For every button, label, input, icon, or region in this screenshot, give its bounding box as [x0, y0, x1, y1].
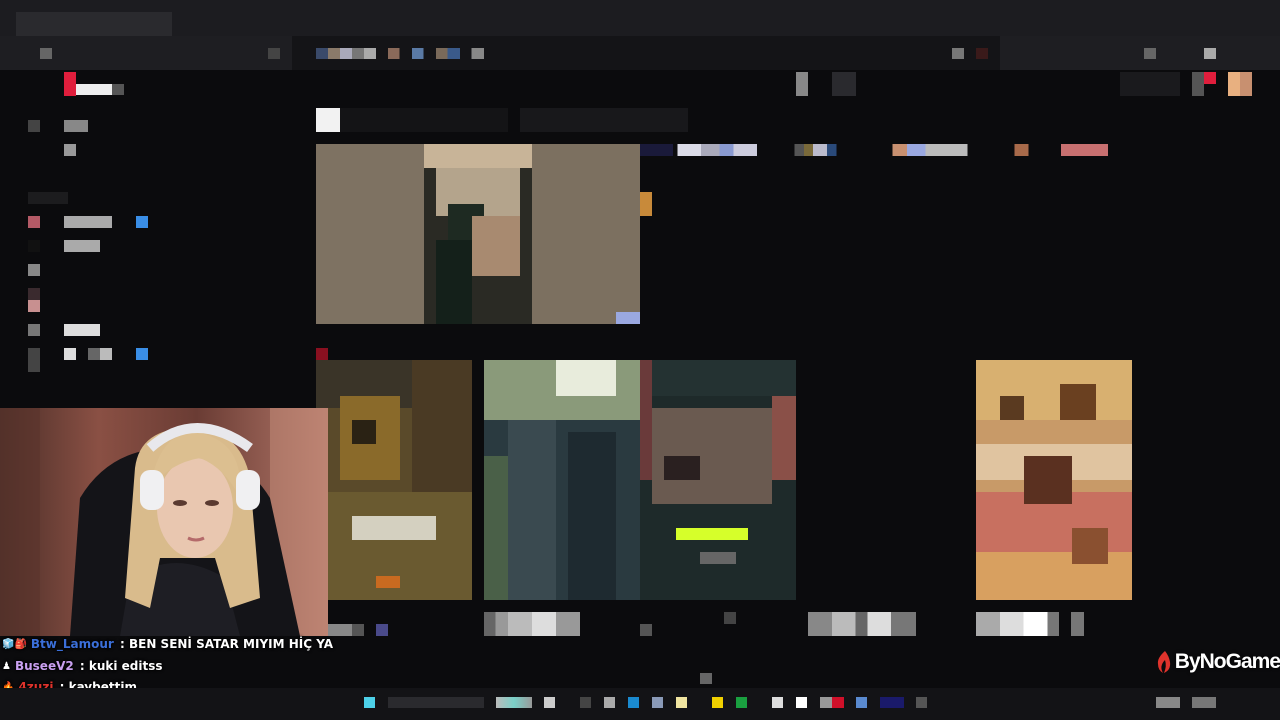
- taskbar-search-bar[interactable]: [388, 697, 484, 708]
- sidebar-channel-avatar-6[interactable]: [28, 348, 40, 372]
- chat-username[interactable]: Btw_Lamour: [31, 637, 114, 651]
- header-search-icon[interactable]: [796, 72, 808, 96]
- chat-message: ♟ BuseeV2 : kuki editss: [2, 655, 163, 677]
- taskbar-app-icon[interactable]: [796, 697, 807, 708]
- profile-icon[interactable]: [1204, 48, 1216, 59]
- taskbar-app-icon[interactable]: [628, 697, 639, 708]
- header-button[interactable]: [832, 72, 856, 96]
- sidebar-channel-name-6[interactable]: [64, 348, 112, 360]
- sidebar-channel-avatar[interactable]: [28, 216, 40, 228]
- extension-icon-2[interactable]: [976, 48, 988, 59]
- taskbar-app-icon[interactable]: [736, 697, 747, 708]
- taskbar-app-icon[interactable]: [772, 697, 783, 708]
- bookmark-strip-2[interactable]: [388, 48, 484, 59]
- taskbar: [0, 688, 1280, 720]
- stream-thumbnail-1[interactable]: [316, 360, 472, 600]
- stream-title-2[interactable]: [484, 612, 580, 636]
- sidebar-live-icon: [136, 216, 148, 228]
- chat-badge-icon: ♟: [2, 660, 11, 672]
- stream-title-3[interactable]: [640, 624, 652, 636]
- browser-tab[interactable]: [16, 12, 172, 36]
- webcam-overlay: [0, 408, 328, 636]
- chat-message: 🧊🎒 Btw_Lamour : BEN SENİ SATAR MIYIM HİÇ…: [2, 633, 333, 655]
- category-title: [340, 108, 508, 132]
- stream-thumbnail-3[interactable]: [640, 360, 796, 600]
- live-indicator-dot: [316, 348, 328, 360]
- stream-title-3b[interactable]: [724, 612, 736, 624]
- bynogame-flame-icon: [1157, 651, 1170, 673]
- notification-badge-icon[interactable]: [1192, 72, 1204, 96]
- browser-tab-bar: [0, 0, 1280, 36]
- sidebar: [0, 70, 300, 410]
- nav-back-icon[interactable]: [40, 48, 52, 59]
- sidebar-channel-avatar-5[interactable]: [28, 324, 40, 336]
- taskbar-app-icon[interactable]: [604, 697, 615, 708]
- taskbar-app-icon[interactable]: [856, 697, 867, 708]
- sidebar-channel-name-2[interactable]: [64, 240, 100, 252]
- nav-refresh-icon[interactable]: [268, 48, 280, 59]
- stream-title-5[interactable]: [976, 612, 1084, 636]
- taskbar-app-icon[interactable]: [712, 697, 723, 708]
- chat-text: BEN SENİ SATAR MIYIM HİÇ YA: [128, 637, 334, 651]
- sidebar-section-divider: [28, 192, 68, 204]
- stream-title-1[interactable]: [328, 624, 388, 636]
- stream-thumbnail-4[interactable]: [976, 360, 1132, 600]
- taskbar-app-icon[interactable]: [580, 697, 591, 708]
- header-notification-area[interactable]: [1120, 72, 1180, 96]
- system-clock[interactable]: [1192, 697, 1216, 708]
- sidebar-channel-name-5[interactable]: [64, 324, 100, 336]
- sidebar-channel-avatar-3[interactable]: [28, 264, 40, 276]
- category-icon[interactable]: [316, 108, 340, 132]
- webcam-feed: [0, 408, 328, 636]
- chat-badge-icon: 🧊🎒: [2, 638, 27, 650]
- featured-stream-thumbnail[interactable]: [316, 144, 640, 324]
- start-icon[interactable]: [364, 697, 375, 708]
- taskbar-app-icon[interactable]: [652, 697, 663, 708]
- taskbar-app-icon[interactable]: [496, 697, 532, 708]
- sidebar-item-label[interactable]: [64, 120, 88, 132]
- chat-separator: :: [115, 637, 129, 651]
- extension-icon-3[interactable]: [1144, 48, 1156, 59]
- system-tray-icons[interactable]: [1156, 697, 1180, 708]
- taskbar-app-icon[interactable]: [676, 697, 687, 708]
- taskbar-search-icon[interactable]: [700, 673, 712, 684]
- stream-watermark: ByNoGame: [1153, 648, 1280, 676]
- stream-title-4[interactable]: [808, 612, 916, 636]
- sidebar-item-icon[interactable]: [28, 120, 40, 132]
- category-subtitle: [520, 108, 688, 132]
- stream-thumbnail-2[interactable]: [484, 360, 640, 600]
- sidebar-live-icon-2: [136, 348, 148, 360]
- taskbar-app-icon[interactable]: [916, 697, 927, 708]
- user-avatar[interactable]: [1228, 72, 1252, 96]
- chat-separator: :: [75, 659, 89, 673]
- sidebar-channel-avatar-2[interactable]: [28, 240, 40, 252]
- extension-icon[interactable]: [952, 48, 964, 59]
- watermark-text: ByNoGame: [1174, 650, 1280, 673]
- sidebar-item-label-2[interactable]: [64, 144, 76, 156]
- taskbar-app-icon[interactable]: [544, 697, 555, 708]
- chat-username[interactable]: BuseeV2: [15, 659, 74, 673]
- featured-stream-tag-strip[interactable]: [640, 144, 1108, 156]
- sidebar-channel-avatar-4[interactable]: [28, 288, 40, 312]
- taskbar-app-icon[interactable]: [880, 697, 904, 708]
- browser-extensions-area[interactable]: [1000, 36, 1280, 70]
- sidebar-channel-name[interactable]: [64, 216, 112, 228]
- featured-stream-side-marker: [640, 192, 652, 216]
- taskbar-app-icon[interactable]: [820, 697, 844, 708]
- notification-dot: [1204, 72, 1216, 84]
- chat-text: kuki editss: [88, 659, 163, 673]
- bookmark-strip[interactable]: [316, 48, 376, 59]
